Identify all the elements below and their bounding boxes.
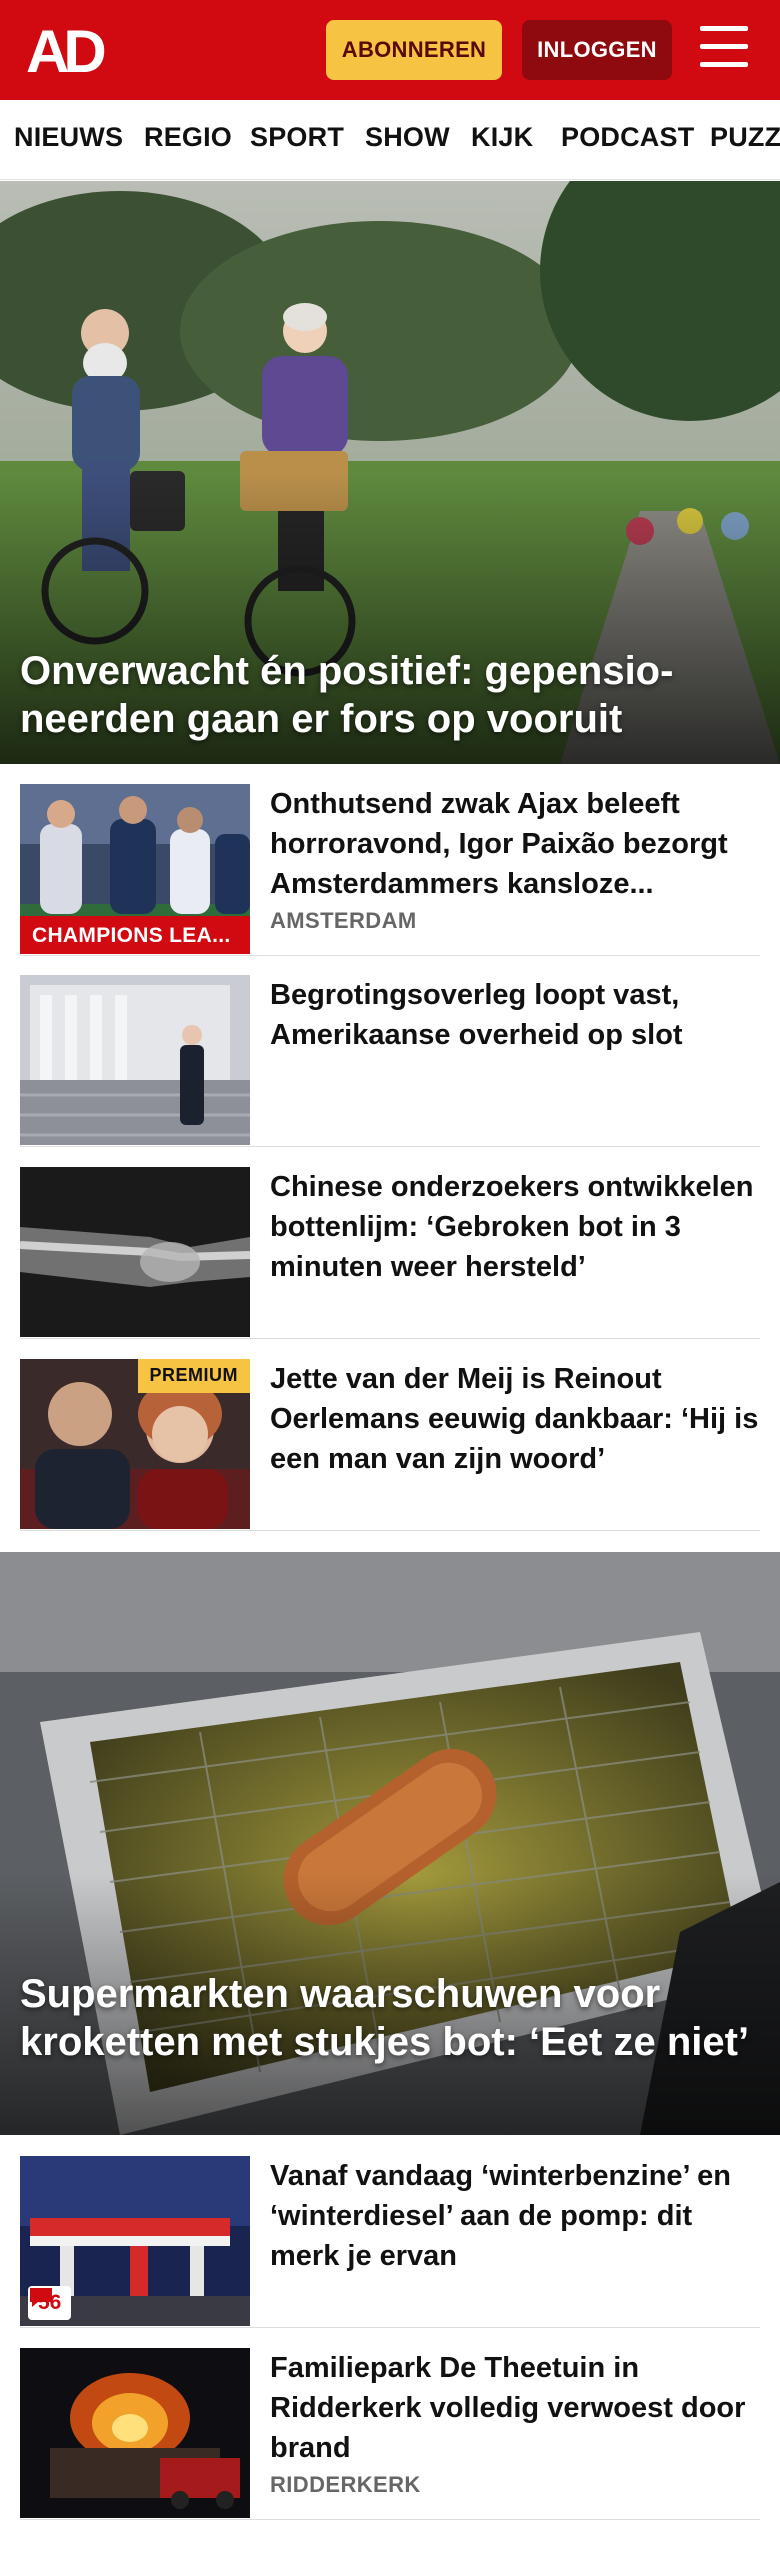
- comment-count-badge[interactable]: 56: [28, 2286, 72, 2320]
- list-item[interactable]: Familiepark De Theetuin in Ridderkerk vo…: [20, 2348, 760, 2520]
- hero-article[interactable]: Onverwacht én positief: gepensio­neerden…: [0, 181, 780, 764]
- thumbnail-fire: [20, 2348, 250, 2518]
- nav-item-sport[interactable]: SPORT: [250, 122, 344, 153]
- article-location: AMSTERDAM: [270, 908, 417, 933]
- list-item[interactable]: CHAMPIONS LEA... Onthutsend zwak Ajax be…: [20, 784, 760, 956]
- comment-icon: [30, 2288, 52, 2307]
- thumbnail-capitol: [20, 975, 250, 1145]
- site-header: AD ABONNEREN INLOGGEN: [0, 0, 780, 100]
- list-item[interactable]: Begrotingsoverleg loopt vast, Amerikaans…: [20, 975, 760, 1147]
- nav-item-nieuws[interactable]: NIEUWS: [14, 122, 123, 153]
- list-item[interactable]: PREMIUM Jette van der Meij is Reinout Oe…: [20, 1359, 760, 1531]
- article-title[interactable]: Begrotingsoverleg loopt vast, Amerikaans…: [270, 975, 760, 1055]
- thumbnail-portrait: PREMIUM: [20, 1359, 250, 1529]
- thumbnail-football: CHAMPIONS LEA...: [20, 784, 250, 954]
- subscribe-button[interactable]: ABONNEREN: [326, 20, 502, 80]
- thumbnail-gas-station: 56: [20, 2156, 250, 2326]
- nav-item-show[interactable]: SHOW: [365, 122, 450, 153]
- article-title[interactable]: Familiepark De Theetuin in Ridderkerk vo…: [270, 2348, 760, 2468]
- article-title[interactable]: Vanaf vandaag ‘winterbenzine’ en ‘winter…: [270, 2156, 760, 2276]
- article-title[interactable]: Jette van der Meij is Reinout Oerlemans …: [270, 1359, 760, 1479]
- nav-item-regio[interactable]: REGIO: [144, 122, 232, 153]
- premium-badge: PREMIUM: [137, 1359, 250, 1393]
- article-title[interactable]: Onthutsend zwak Ajax beleeft horroravond…: [270, 784, 760, 904]
- article-location: RIDDERKERK: [270, 2472, 421, 2497]
- svg-text:AD: AD: [26, 22, 104, 78]
- hero-title[interactable]: Onverwacht én positief: gepensio­neerden…: [20, 647, 750, 743]
- thumbnail-xray: [20, 1167, 250, 1337]
- list-item[interactable]: Chinese onderzoekers ontwikke­len botten…: [20, 1167, 760, 1339]
- login-button[interactable]: INLOGGEN: [522, 20, 672, 80]
- nav-item-podcast[interactable]: PODCAST: [561, 122, 694, 153]
- hero-article[interactable]: Supermarkten waarschuwen voor kroketten …: [0, 1552, 780, 2135]
- nav-item-kijk[interactable]: KIJK: [471, 122, 533, 153]
- section-nav: NIEUWS REGIO SPORT SHOW KIJK PODCAST PUZ…: [0, 100, 780, 180]
- category-badge: CHAMPIONS LEA...: [20, 916, 250, 954]
- ad-logo[interactable]: AD: [26, 18, 118, 85]
- hamburger-menu-icon[interactable]: [700, 26, 752, 72]
- list-item[interactable]: 56 Vanaf vandaag ‘winterbenzine’ en ‘win…: [20, 2156, 760, 2328]
- article-title[interactable]: Chinese onderzoekers ontwikke­len botten…: [270, 1167, 760, 1287]
- hero-title[interactable]: Supermarkten waarschuwen voor kroketten …: [20, 1970, 750, 2066]
- nav-item-puzzel[interactable]: PUZZ: [710, 122, 780, 153]
